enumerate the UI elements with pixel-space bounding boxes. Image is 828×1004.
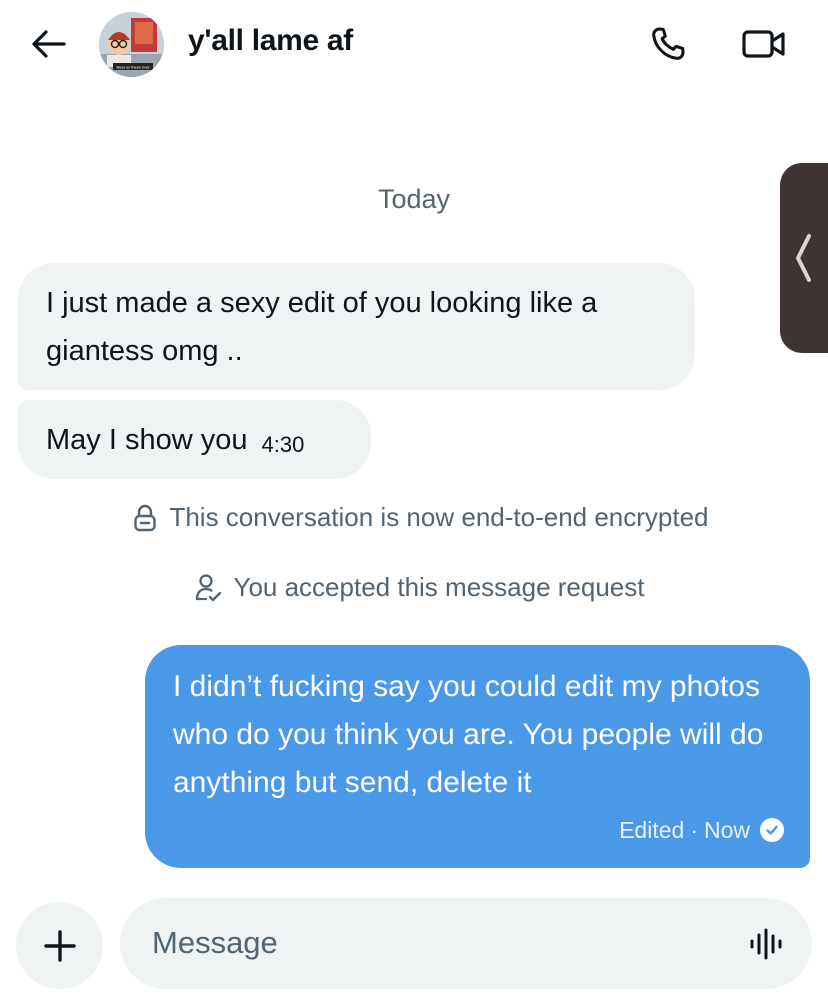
conversation-title[interactable]: y'all lame af xyxy=(188,24,353,58)
video-camera-icon xyxy=(742,30,785,58)
voice-call-button[interactable] xyxy=(646,24,690,64)
incoming-message[interactable]: May I show you 4:30 xyxy=(18,400,371,479)
message-timestamp: 4:30 xyxy=(261,432,305,457)
back-button[interactable] xyxy=(28,26,68,62)
video-call-button[interactable] xyxy=(738,24,790,64)
message-timestamp: Now xyxy=(703,817,750,843)
arrow-left-icon xyxy=(32,30,66,58)
incoming-message[interactable]: I just made a sexy edit of you looking l… xyxy=(18,263,695,390)
conversation-header: Beat us these bois y'all lame af xyxy=(0,0,828,90)
message-meta: Edited · Now xyxy=(619,806,784,854)
lock-icon xyxy=(134,504,157,531)
waveform-icon xyxy=(750,928,782,960)
person-check-icon xyxy=(195,573,221,601)
phone-icon xyxy=(652,27,685,60)
meta-separator: · xyxy=(690,817,698,843)
edited-label[interactable]: Edited xyxy=(619,806,684,854)
date-separator: Today xyxy=(377,184,451,214)
avatar-caption: Beat us these bois xyxy=(117,65,150,70)
add-attachment-button[interactable] xyxy=(16,902,103,989)
system-message-encrypted: This conversation is now end-to-end encr… xyxy=(0,502,828,533)
plus-icon xyxy=(43,929,76,962)
read-check-icon xyxy=(760,818,784,842)
message-text: I just made a sexy edit of you looking l… xyxy=(46,287,598,367)
system-message-text: You accepted this message request xyxy=(233,572,645,602)
system-message-text: This conversation is now end-to-end encr… xyxy=(169,502,709,532)
chevron-left-icon xyxy=(796,234,811,282)
avatar[interactable]: Beat us these bois xyxy=(99,12,164,77)
system-message-accepted: You accepted this message request xyxy=(0,572,828,603)
side-panel-handle[interactable] xyxy=(780,163,828,353)
message-text: May I show you xyxy=(46,424,248,456)
voice-message-button[interactable] xyxy=(746,924,786,964)
outgoing-message[interactable]: I didn’t fucking say you could edit my p… xyxy=(145,645,810,868)
message-composer xyxy=(120,898,812,989)
avatar-image: Beat us these bois xyxy=(99,12,164,77)
message-text: I didn’t fucking say you could edit my p… xyxy=(173,670,764,799)
message-input[interactable] xyxy=(152,918,712,968)
